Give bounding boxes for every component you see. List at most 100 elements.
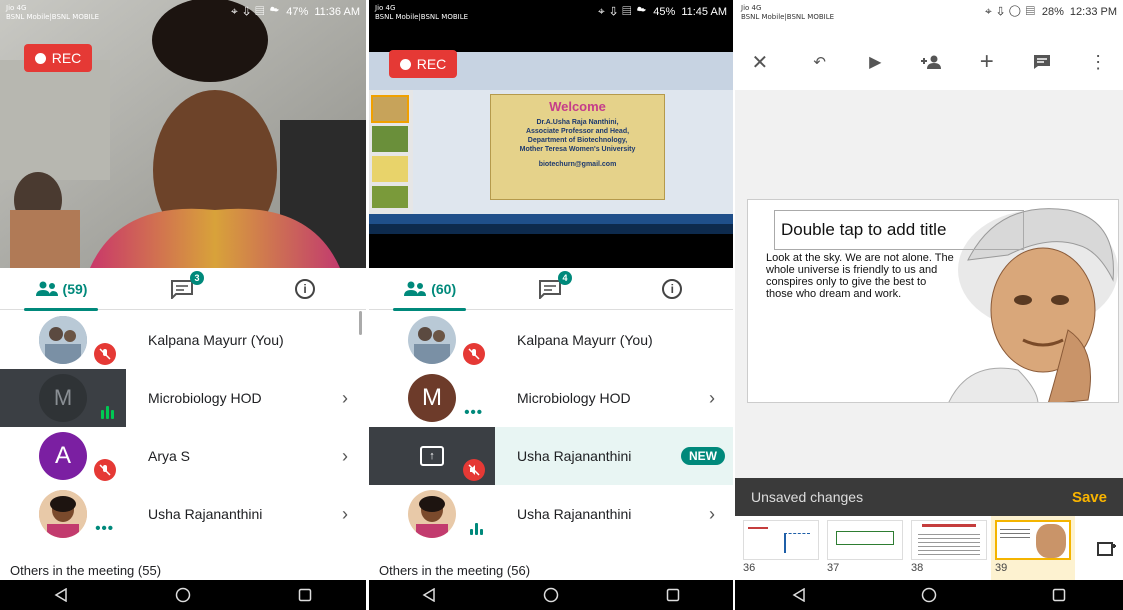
meeting-tabs: (59) 3 i [0, 268, 366, 311]
participant-list: Kalpana Mayurr (You) M ••• Microbiology … [369, 311, 733, 543]
clock: 12:33 PM [1069, 5, 1117, 18]
clock: 11:45 AM [681, 5, 727, 18]
avatar [39, 490, 87, 538]
battery-level: 28% [1041, 5, 1064, 18]
slides-header: Jio 4G BSNL Mobile|BSNL MOBILE ⌖ ⇩ ◯ ▤ 2… [735, 0, 1123, 90]
rec-label: REC [416, 56, 447, 72]
chevron-right-icon[interactable]: › [709, 504, 715, 525]
slide-thumbnail[interactable]: 36 [739, 516, 823, 580]
play-icon[interactable]: ▶ [860, 47, 890, 77]
slide-number: 39 [995, 562, 1008, 574]
slide-line: Department of Biotechnology, [527, 137, 628, 144]
more-icon[interactable]: ⋮ [1083, 47, 1113, 77]
participant-name: Microbiology HOD [517, 390, 631, 406]
status-bar: Jio 4G BSNL Mobile|BSNL MOBILE ⌖ ⇩ ▤ ☁ 4… [369, 0, 733, 34]
chevron-right-icon[interactable]: › [709, 388, 715, 409]
participant-name: Usha Rajananthini [517, 448, 632, 464]
participant-name: Usha Rajananthini [148, 506, 263, 522]
home-nav-icon[interactable] [175, 587, 191, 603]
mic-off-icon [463, 459, 485, 481]
carrier-text: Jio 4G BSNL Mobile|BSNL MOBILE [741, 4, 835, 21]
save-bar: Unsaved changes Save [735, 478, 1123, 516]
slide-thumbnails: 36 37 38 39 [735, 516, 1123, 580]
chat-badge: 3 [190, 270, 204, 285]
tab-chat[interactable]: 4 [490, 268, 611, 310]
add-person-icon[interactable] [916, 47, 946, 77]
tab-people[interactable]: (59) [0, 268, 122, 311]
slide-quote[interactable]: Look at the sky. We are not alone. The w… [766, 252, 956, 300]
chevron-right-icon[interactable]: › [342, 446, 348, 467]
recents-nav-icon[interactable] [1052, 588, 1066, 602]
participant-row[interactable]: ••• Usha Rajananthini › [0, 485, 366, 543]
people-icon [404, 281, 427, 296]
speaker-video-frame [0, 0, 366, 268]
nav-bar [369, 580, 733, 610]
tab-info[interactable]: i [612, 268, 733, 310]
back-nav-icon[interactable] [422, 588, 436, 602]
home-nav-icon[interactable] [921, 587, 937, 603]
others-header: Others in the meeting (55) [10, 563, 162, 578]
recents-nav-icon[interactable] [666, 588, 680, 602]
back-nav-icon[interactable] [792, 588, 806, 602]
tab-chat[interactable]: 3 [122, 268, 244, 310]
info-icon: i [295, 278, 315, 299]
slide-canvas[interactable]: Double tap to add title Look at the sky.… [747, 199, 1119, 403]
participant-row[interactable]: Usha Rajananthini › [369, 485, 733, 543]
participant-row[interactable]: Kalpana Mayurr (You) [0, 311, 366, 369]
speaking-indicator-icon [470, 523, 483, 535]
more-dots-icon: ••• [464, 404, 483, 421]
participant-name: Kalpana Mayurr (You) [517, 332, 653, 348]
back-nav-icon[interactable] [54, 588, 68, 602]
tab-people[interactable]: (60) [369, 268, 490, 311]
nav-bar [0, 580, 366, 610]
nav-bar [735, 580, 1123, 610]
undo-icon[interactable]: ↶ [805, 47, 835, 77]
save-button[interactable]: Save [1072, 489, 1107, 506]
slide-line: Dr.A.Usha Raja Nanthini, [536, 119, 619, 126]
chevron-right-icon[interactable]: › [342, 504, 348, 525]
slide-text: Dr.A.Usha Raja Nanthini, Associate Profe… [491, 118, 664, 169]
slide-number: 38 [911, 562, 924, 574]
participant-name: Microbiology HOD [148, 390, 262, 406]
mic-off-icon [94, 459, 116, 481]
recents-nav-icon[interactable] [298, 588, 312, 602]
slide-title-placeholder[interactable]: Double tap to add title [774, 210, 1024, 250]
participant-name: Kalpana Mayurr (You) [148, 332, 284, 348]
rec-dot-icon [399, 58, 411, 70]
clock: 11:36 AM [314, 5, 360, 18]
slide-thumbnail-selected[interactable]: 39 [991, 516, 1075, 580]
participant-row[interactable]: M ••• Microbiology HOD › [369, 369, 733, 427]
home-nav-icon[interactable] [543, 587, 559, 603]
comment-icon[interactable] [1028, 47, 1058, 77]
chat-badge: 4 [557, 270, 572, 285]
participant-list: Kalpana Mayurr (You) M Microbiology HOD … [0, 311, 366, 543]
close-icon[interactable]: ✕ [745, 47, 775, 77]
participant-row[interactable]: A Arya S › [0, 427, 366, 485]
battery-level: 47% [286, 5, 309, 18]
slide-number: 36 [743, 562, 756, 574]
participant-row[interactable]: M Microbiology HOD › [0, 369, 366, 427]
mic-off-icon [463, 343, 485, 365]
battery-level: 45% [653, 5, 676, 18]
presentation-video: Welcome Dr.A.Usha Raja Nanthini, Associa… [369, 0, 733, 268]
welcome-slide: Welcome Dr.A.Usha Raja Nanthini, Associa… [490, 94, 665, 200]
avatar [408, 316, 456, 364]
slide-thumbnail[interactable]: 37 [823, 516, 907, 580]
plus-icon[interactable]: + [972, 47, 1002, 77]
rec-dot-icon [34, 52, 46, 64]
editor-toolbar: ✕ ↶ ▶ + ⋮ [735, 42, 1123, 82]
rec-label: REC [51, 50, 82, 66]
status-icons: ⌖ ⇩ ▤ ☁ [231, 4, 281, 18]
status-bar: Jio 4G BSNL Mobile|BSNL MOBILE ⌖ ⇩ ▤ ☁ 4… [0, 0, 366, 34]
phone-screen-2: Welcome Dr.A.Usha Raja Nanthini, Associa… [369, 0, 733, 610]
slide-thumbnail[interactable]: 38 [907, 516, 991, 580]
people-count: (60) [431, 280, 457, 297]
participant-row-presenting[interactable]: ↑ Usha Rajananthini NEW [369, 427, 733, 485]
add-slide-icon[interactable] [1097, 540, 1117, 563]
avatar: M [408, 374, 456, 422]
tab-info[interactable]: i [244, 268, 366, 310]
chevron-right-icon[interactable]: › [342, 388, 348, 409]
phone-screen-1: Jio 4G BSNL Mobile|BSNL MOBILE ⌖ ⇩ ▤ ☁ 4… [0, 0, 366, 610]
phone-screen-3: Jio 4G BSNL Mobile|BSNL MOBILE ⌖ ⇩ ◯ ▤ 2… [735, 0, 1123, 610]
participant-row[interactable]: Kalpana Mayurr (You) [369, 311, 733, 369]
